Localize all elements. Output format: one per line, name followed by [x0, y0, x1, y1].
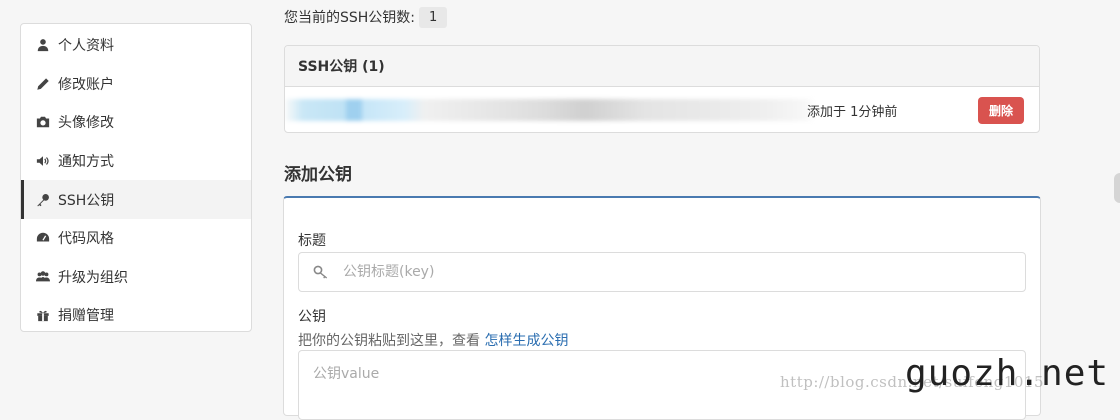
ssh-key-count-badge: 1	[419, 6, 448, 28]
ssh-keys-panel-title: SSH公钥 (1)	[285, 46, 1039, 87]
sidebar-item-avatar[interactable]: 头像修改	[21, 103, 251, 142]
settings-sidebar: 个人资料 修改账户 头像修改 通知方式 SSH公钥 代码风格 升级为组织 捐赠管…	[20, 23, 252, 332]
title-input-wrapper[interactable]	[298, 252, 1026, 292]
site-watermark: guozh.net	[905, 353, 1110, 394]
ssh-key-fingerprint-redacted	[285, 99, 815, 121]
ssh-key-count-label: 您当前的SSH公钥数:	[284, 10, 416, 26]
dashboard-icon	[35, 230, 51, 246]
key-field-label: 公钥	[298, 309, 326, 325]
group-icon	[35, 269, 51, 285]
sidebar-item-upgrade-org[interactable]: 升级为组织	[21, 258, 251, 297]
sidebar-item-code-style[interactable]: 代码风格	[21, 219, 251, 258]
ssh-key-count: 您当前的SSH公钥数: 1	[284, 4, 448, 30]
key-icon	[35, 192, 51, 208]
sidebar-item-account[interactable]: 修改账户	[21, 65, 251, 104]
sidebar-item-label: 头像修改	[58, 115, 114, 132]
sidebar-item-ssh-keys[interactable]: SSH公钥	[21, 180, 251, 219]
add-key-heading: 添加公钥	[284, 165, 352, 185]
key-help-text: 把你的公钥粘贴到这里，查看 怎样生成公钥	[298, 330, 568, 350]
sidebar-item-label: 个人资料	[58, 38, 114, 55]
ssh-keys-panel: SSH公钥 (1) 添加于 1分钟前 删除	[284, 45, 1040, 133]
sidebar-item-donation[interactable]: 捐赠管理	[21, 296, 251, 335]
sidebar-item-profile[interactable]: 个人资料	[21, 26, 251, 65]
ssh-key-row: 添加于 1分钟前 删除	[285, 87, 1039, 132]
key-icon	[313, 264, 329, 280]
sidebar-item-label: 代码风格	[58, 231, 114, 248]
title-field-label: 标题	[298, 233, 326, 249]
sidebar-item-label: 通知方式	[58, 154, 114, 171]
page-scroll-handle[interactable]	[1114, 173, 1120, 203]
delete-key-button[interactable]: 删除	[977, 97, 1024, 124]
sidebar-item-notifications[interactable]: 通知方式	[21, 142, 251, 181]
sidebar-item-label: 升级为组织	[58, 269, 128, 286]
sidebar-item-label: SSH公钥	[58, 192, 115, 209]
gift-icon	[35, 307, 51, 323]
volume-icon	[35, 153, 51, 169]
how-to-generate-key-link[interactable]: 怎样生成公钥	[484, 333, 568, 349]
key-help-prefix: 把你的公钥粘贴到这里，查看	[298, 333, 485, 349]
pencil-icon	[35, 76, 51, 92]
sidebar-item-label: 修改账户	[58, 76, 114, 93]
sidebar-item-label: 捐赠管理	[58, 308, 114, 325]
ssh-key-added-time: 添加于 1分钟前	[807, 105, 898, 120]
camera-icon	[35, 114, 51, 130]
key-title-input[interactable]	[341, 263, 945, 281]
user-icon	[35, 37, 51, 53]
